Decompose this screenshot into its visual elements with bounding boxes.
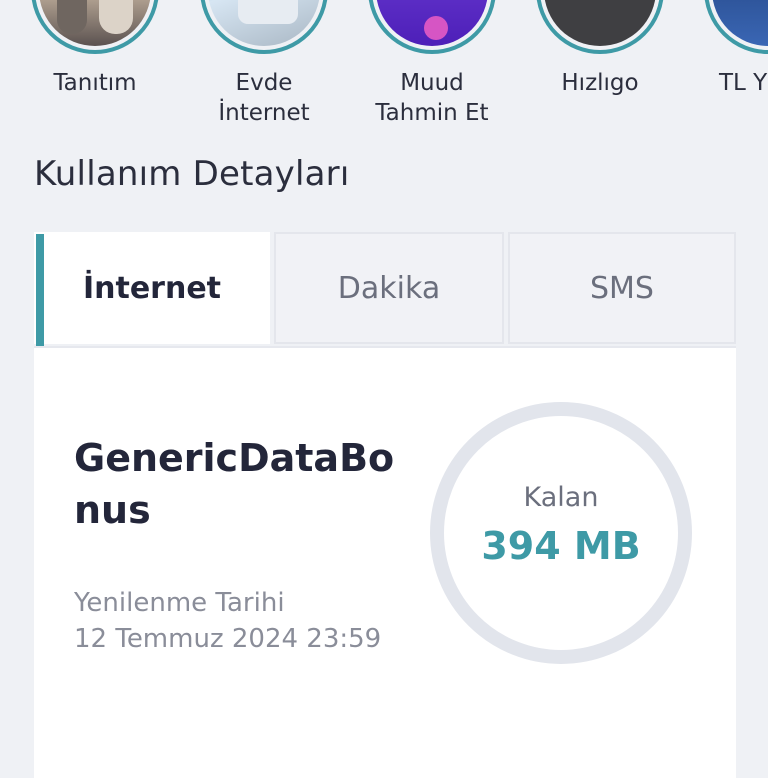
- remaining-gauge: Kalan 394 MB: [428, 400, 694, 666]
- tab-label: SMS: [590, 270, 654, 306]
- story-label: Evde İnternet: [218, 70, 310, 126]
- tab-internet[interactable]: İnternet: [34, 232, 270, 346]
- tl-promo-photo-icon: [712, 0, 768, 46]
- hizligo-logo-icon: [544, 0, 656, 46]
- story-label: Hızlıgo: [561, 70, 639, 96]
- usage-card[interactable]: GenericDataBonus Yenilenme Tarihi 12 Tem…: [34, 346, 736, 778]
- tab-label: İnternet: [82, 270, 222, 306]
- tab-sms[interactable]: SMS: [508, 232, 736, 344]
- active-tab-indicator: [36, 234, 44, 346]
- stories-row: Tanıtım Evde İnternet Muud Tahmin Et Hız…: [0, 0, 768, 130]
- story-ring: [368, 0, 496, 54]
- muud-logo-icon: [376, 0, 488, 46]
- home-internet-photo-icon: [208, 0, 320, 46]
- story-label: Tanıtım: [53, 70, 137, 96]
- story-ring: [704, 0, 768, 54]
- story-ring: [536, 0, 664, 54]
- remaining-label: Kalan: [523, 482, 599, 513]
- story-label: TL Y: [719, 70, 768, 96]
- section-title: Kullanım Detayları: [34, 154, 350, 194]
- renewal-date: 12 Temmuz 2024 23:59: [74, 624, 382, 654]
- usage-tabs: İnternet Dakika SMS: [34, 232, 736, 346]
- remaining-amount: 394 MB: [481, 524, 641, 568]
- story-ring: [31, 0, 159, 54]
- story-ring: [200, 0, 328, 54]
- tab-dakika[interactable]: Dakika: [274, 232, 504, 344]
- people-photo-icon: [39, 0, 151, 46]
- tab-label: Dakika: [337, 270, 441, 306]
- package-name: GenericDataBonus: [74, 436, 395, 532]
- renewal-label: Yenilenme Tarihi: [74, 588, 285, 618]
- story-label: Muud Tahmin Et: [375, 70, 489, 126]
